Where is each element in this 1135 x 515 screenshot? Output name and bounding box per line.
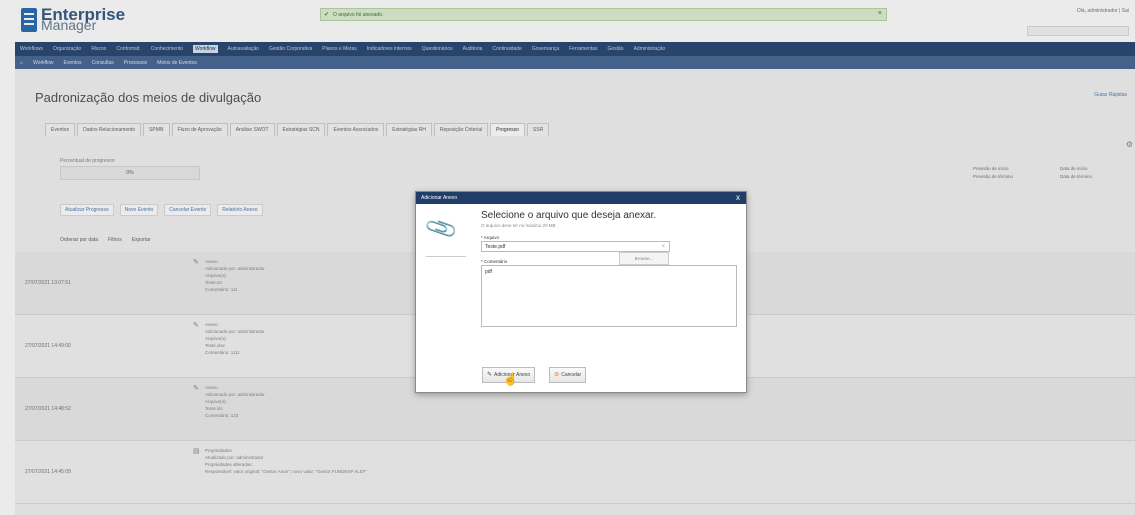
file-name: Teste.pdf (485, 244, 506, 250)
browse-button[interactable]: Browse... (619, 252, 669, 265)
dialog-heading: Selecione o arquivo que deseja anexar. (481, 210, 657, 221)
divider (426, 256, 466, 257)
file-label: * Arquivo (481, 235, 500, 240)
paperclip-icon: 📎 (423, 210, 460, 247)
pencil-icon: ✎ (487, 372, 493, 378)
file-size-hint: O arquivo deve ter no máximo 20 MB (481, 223, 556, 228)
file-input[interactable]: Teste.pdf × (481, 241, 670, 252)
cancel-button[interactable]: ⊘ Cancelar (549, 367, 587, 383)
close-icon[interactable]: x (736, 192, 740, 204)
cancel-icon: ⊘ (554, 372, 560, 378)
add-attachment-dialog: Adicionar Anexo x 📎 Selecione o arquivo … (415, 191, 747, 393)
comment-label: * Comentário (481, 259, 508, 264)
cancel-label: Cancelar (561, 372, 582, 378)
comment-field[interactable]: pdf (481, 265, 737, 327)
dialog-header: Adicionar Anexo x (416, 192, 746, 204)
dialog-title: Adicionar Anexo (421, 195, 458, 201)
hand-cursor-icon: ☝ (503, 372, 518, 386)
